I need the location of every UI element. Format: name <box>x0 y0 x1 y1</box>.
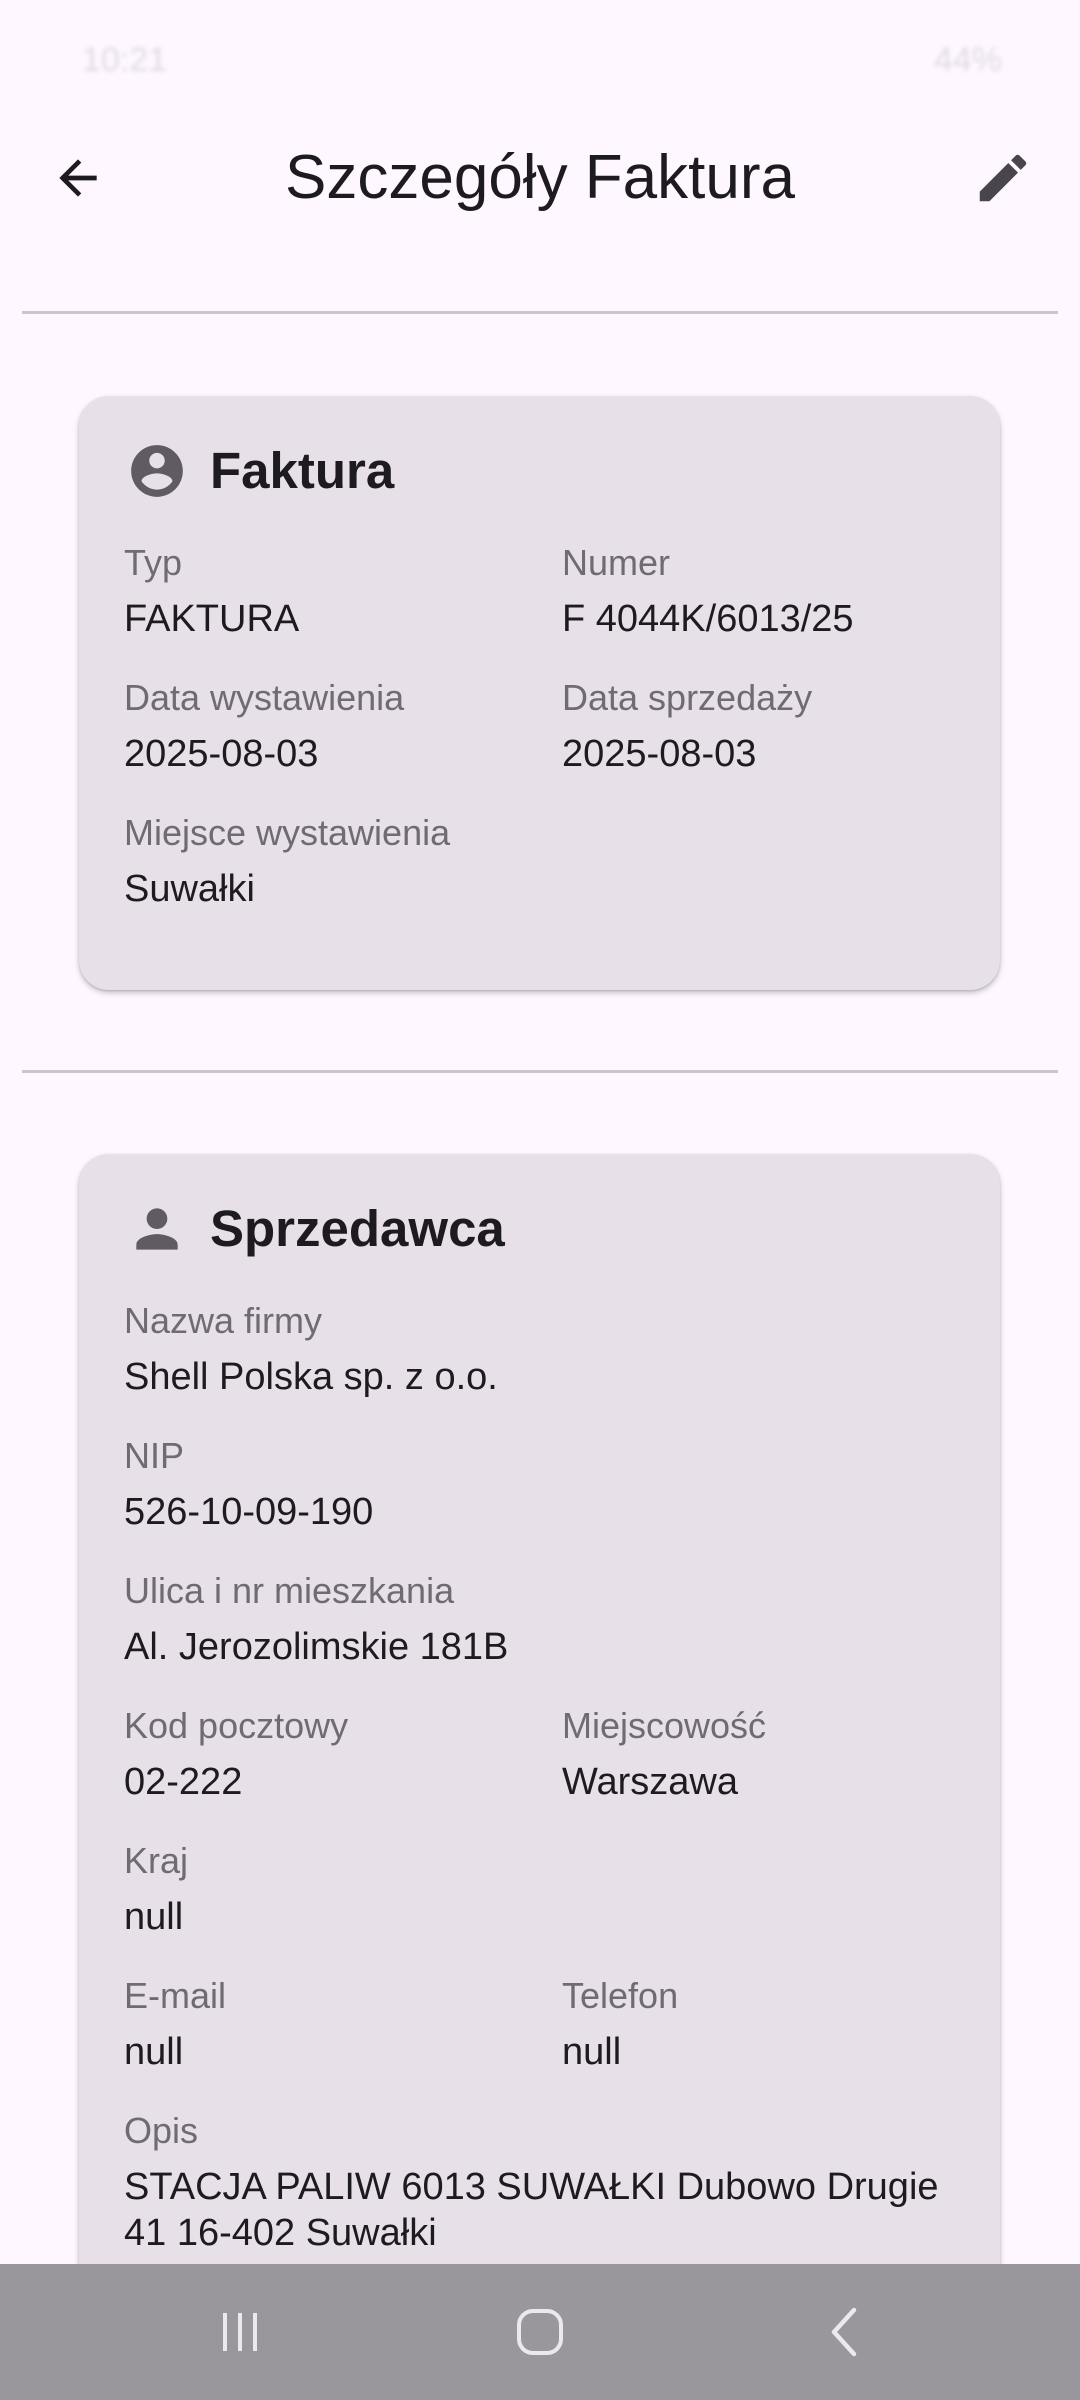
app-bar: Szczegóły Faktura <box>0 120 1080 236</box>
person-icon <box>124 1196 190 1262</box>
invoice-card-header: Faktura <box>124 438 394 504</box>
field-value: Al. Jerozolimskie 181B <box>124 1626 509 1668</box>
status-time: 10:21 <box>82 40 168 79</box>
seller-card-header: Sprzedawca <box>124 1196 505 1262</box>
home-button[interactable] <box>490 2292 590 2372</box>
field-email: E-mail null <box>124 1973 544 2075</box>
field-value: 2025-08-03 <box>562 733 757 775</box>
field-label: Miejsce wystawienia <box>124 812 451 853</box>
status-bar: 10:21 44% <box>0 0 1080 120</box>
field-label: Numer <box>562 542 671 583</box>
field-label: Kraj <box>124 1840 189 1881</box>
field-company: Nazwa firmy Shell Polska sp. z o.o. <box>124 1298 964 1400</box>
field-sale-date: Data sprzedaży 2025-08-03 <box>562 675 982 777</box>
field-label: Telefon <box>562 1975 679 2016</box>
divider <box>22 1070 1058 1073</box>
field-label: Typ <box>124 542 183 583</box>
field-type: Typ FAKTURA <box>124 540 544 642</box>
field-value: STACJA PALIW 6013 SUWAŁKI Dubowo Drugie … <box>124 2166 939 2254</box>
field-place: Miejsce wystawienia Suwałki <box>124 810 964 912</box>
field-postal-code: Kod pocztowy 02-222 <box>124 1703 544 1805</box>
page-title: Szczegóły Faktura <box>285 143 795 212</box>
field-label: Data wystawienia <box>124 677 405 718</box>
edit-pencil-icon <box>979 154 1027 202</box>
field-description: Opis STACJA PALIW 6013 SUWAŁKI Dubowo Dr… <box>124 2108 964 2256</box>
field-label: E-mail <box>124 1975 227 2016</box>
field-value: Suwałki <box>124 868 255 910</box>
field-label: Data sprzedaży <box>562 677 813 718</box>
field-value: F 4044K/6013/25 <box>562 598 854 640</box>
field-value: null <box>124 2031 184 2073</box>
field-value: 2025-08-03 <box>124 733 319 775</box>
field-label: Opis <box>124 2110 199 2151</box>
status-battery: 44% <box>933 40 1002 79</box>
recent-apps-icon <box>223 2313 257 2351</box>
field-value: null <box>124 1896 184 1938</box>
divider <box>22 311 1058 314</box>
edit-button[interactable] <box>955 130 1051 226</box>
seller-card: Sprzedawca Nazwa firmy Shell Polska sp. … <box>79 1154 1000 2354</box>
field-issue-date: Data wystawienia 2025-08-03 <box>124 675 544 777</box>
field-value: 02-222 <box>124 1761 243 1803</box>
nav-back-icon <box>831 2307 857 2357</box>
home-icon <box>517 2309 563 2355</box>
field-label: Nazwa firmy <box>124 1300 323 1341</box>
field-number: Numer F 4044K/6013/25 <box>562 540 982 642</box>
field-value: 526-10-09-190 <box>124 1491 374 1533</box>
field-value: Warszawa <box>562 1761 738 1803</box>
seller-card-title: Sprzedawca <box>210 1200 505 1257</box>
field-label: Miejscowość <box>562 1705 767 1746</box>
field-value: null <box>562 2031 622 2073</box>
field-phone: Telefon null <box>562 1973 982 2075</box>
field-label: Kod pocztowy <box>124 1705 349 1746</box>
field-country: Kraj null <box>124 1838 964 1940</box>
field-nip: NIP 526-10-09-190 <box>124 1433 964 1535</box>
field-value: Shell Polska sp. z o.o. <box>124 1356 498 1398</box>
field-value: FAKTURA <box>124 598 300 640</box>
field-label: Ulica i nr mieszkania <box>124 1570 455 1611</box>
invoice-card-title: Faktura <box>210 442 395 499</box>
nav-back-button[interactable] <box>795 2292 895 2372</box>
field-street: Ulica i nr mieszkania Al. Jerozolimskie … <box>124 1568 964 1670</box>
field-city: Miejscowość Warszawa <box>562 1703 982 1805</box>
field-label: NIP <box>124 1435 185 1476</box>
account-circle-icon <box>124 438 190 504</box>
invoice-card: Faktura Typ FAKTURA Numer F 4044K/6013/2… <box>79 396 1000 990</box>
navigation-bar <box>0 2264 1080 2400</box>
recent-apps-button[interactable] <box>190 2292 290 2372</box>
